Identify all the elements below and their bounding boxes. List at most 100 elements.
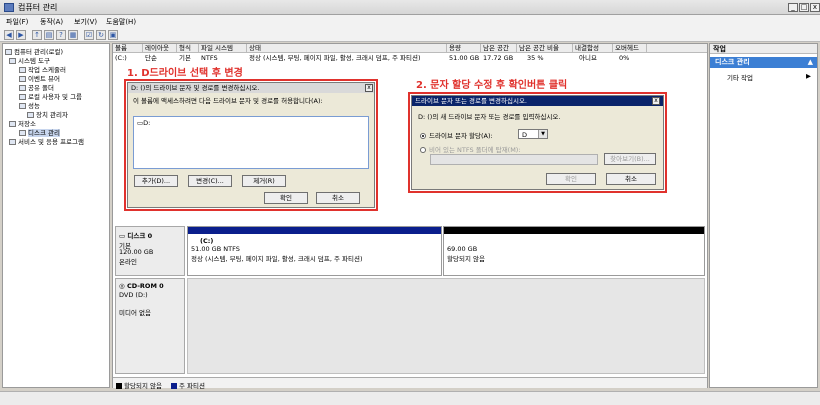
cell-fault-tolerance: 아니요	[579, 54, 597, 62]
col-volume[interactable]: 볼륨	[113, 44, 143, 53]
computer-management-icon	[4, 3, 14, 12]
col-layout[interactable]: 레이아웃	[143, 44, 177, 53]
close-button[interactable]: x	[810, 3, 820, 12]
drive-path-list[interactable]: ▭D:	[133, 116, 369, 169]
col-percent-free[interactable]: 남은 공간 비율	[517, 44, 573, 53]
radio-unselected-icon	[420, 147, 426, 153]
refresh-icon[interactable]: ▣	[108, 30, 118, 40]
col-free-space[interactable]: 남은 공간	[481, 44, 517, 53]
annotation-step2: 2. 문자 할당 수정 후 확인버튼 클릭	[416, 80, 568, 91]
table-row[interactable]: (C:) 단순 기본 NTFS 정상 (시스템, 부팅, 페이지 파일, 활성,…	[113, 54, 707, 63]
cell-volume: (C:)	[115, 54, 127, 62]
partition-c-name: (C:)	[200, 237, 214, 245]
edit-drive-letter-dialog: 드라이브 문자 또는 경로를 변경하십시오. x D: ()의 새 드라이브 문…	[411, 95, 664, 190]
assign-letter-option[interactable]: 드라이브 문자 할당(A):	[420, 130, 493, 140]
up-folder-icon[interactable]: ↑	[32, 30, 42, 40]
cell-type: 기본	[179, 54, 191, 62]
disk0-status: 온라인	[119, 258, 137, 266]
console-icon[interactable]: ▦	[68, 30, 78, 40]
col-status[interactable]: 상태	[247, 44, 447, 53]
partition-c[interactable]: (C:) 51.00 GB NTFS 정상 (시스템, 부팅, 페이지 파일, …	[187, 226, 442, 276]
cell-overhead: 0%	[619, 54, 630, 62]
legend-swatch	[171, 383, 177, 389]
list-item[interactable]: ▭D:	[137, 119, 150, 127]
menu-view[interactable]: 보기(V)	[74, 17, 97, 27]
remove-button[interactable]: 제거(R)	[242, 175, 286, 187]
navigation-tree: 컴퓨터 관리(로컬) 시스템 도구 작업 스케줄러 이벤트 뷰어 공유 폴더 로…	[2, 43, 110, 388]
cdrom-type: DVD (D:)	[119, 291, 148, 299]
col-filesystem[interactable]: 파일 시스템	[199, 44, 247, 53]
help-icon[interactable]: ?	[56, 30, 66, 40]
chevron-down-icon[interactable]: ▼	[538, 130, 547, 138]
menu-help[interactable]: 도움말(H)	[106, 17, 136, 27]
browse-button[interactable]: 찾아보기(B)...	[604, 153, 656, 165]
back-arrow-icon[interactable]: ◀	[4, 30, 14, 40]
cancel-button[interactable]: 취소	[606, 173, 656, 185]
cdrom-name: CD-ROM 0	[126, 282, 164, 290]
dialog1-description: 이 볼륨에 액세스하려면 다음 드라이브 문자 및 경로를 허용합니다(A):	[133, 97, 323, 105]
tools-icon	[9, 58, 16, 64]
col-type[interactable]: 형식	[177, 44, 199, 53]
services-icon	[9, 139, 16, 145]
actions-header: 작업	[710, 44, 817, 54]
chevron-right-icon[interactable]: ▶	[806, 72, 811, 80]
tree-item-services-applications[interactable]: 서비스 및 응용 프로그램	[9, 136, 84, 146]
col-fault-tolerance[interactable]: 내결함성	[573, 44, 613, 53]
unallocated-status: 할당되지 않음	[447, 255, 485, 263]
menu-file[interactable]: 파일(F)	[6, 17, 28, 27]
ok-button[interactable]: 확인	[264, 192, 308, 204]
disk0-name: 디스크 0	[127, 232, 153, 240]
unallocated-size: 69.00 GB	[447, 245, 478, 253]
col-capacity[interactable]: 용량	[447, 44, 481, 53]
status-bar	[0, 391, 820, 405]
legend-swatch	[116, 383, 122, 389]
show-tree-icon[interactable]: ▤	[44, 30, 54, 40]
mount-folder-option[interactable]: 비어 있는 NTFS 폴더에 탑재(M):	[420, 144, 521, 154]
unallocated-bar	[444, 227, 704, 234]
performance-icon	[19, 103, 26, 109]
cell-layout: 단순	[145, 54, 157, 62]
cdrom-empty-area	[187, 278, 705, 374]
ok-button[interactable]: 확인	[546, 173, 596, 185]
collapse-icon: ▲	[807, 58, 813, 66]
partition-c-bar	[188, 227, 441, 234]
storage-icon	[9, 121, 16, 127]
minimize-button[interactable]: _	[788, 3, 798, 12]
toolbar: ◀ ▶ ↑ ▤ ? ▦ ☑ ↻ ▣	[0, 28, 820, 42]
col-overhead[interactable]: 오버헤드	[613, 44, 647, 53]
drive-letter-select[interactable]: D ▼	[518, 129, 548, 139]
partition-c-status: 정상 (시스템, 부팅, 페이지 파일, 활성, 크래시 덤프, 주 파티션)	[191, 255, 363, 263]
cancel-button[interactable]: 취소	[316, 192, 360, 204]
dialog1-title: D: ()의 드라이브 문자 및 경로를 변경하십시오.	[128, 83, 374, 93]
actions-more[interactable]: 기타 작업	[727, 72, 753, 82]
cdrom-status: 미디어 없음	[119, 309, 151, 317]
actions-pane	[709, 43, 818, 388]
dialog2-close-icon[interactable]: x	[652, 97, 660, 105]
change-button[interactable]: 변경(C)...	[188, 175, 232, 187]
cell-capacity: 51.00 GB	[449, 54, 480, 62]
legend-unallocated: 할당되지 않음	[116, 380, 162, 390]
properties-icon[interactable]: ☑	[84, 30, 94, 40]
cdrom-label[interactable]: ◎ CD-ROM 0 DVD (D:) 미디어 없음	[115, 278, 185, 374]
menu-bar: 파일(F) 동작(A) 보기(V) 도움말(H)	[0, 15, 820, 28]
cell-filesystem: NTFS	[201, 54, 218, 62]
unallocated-space[interactable]: 69.00 GB 할당되지 않음	[443, 226, 705, 276]
actions-disk-management[interactable]: 디스크 관리 ▲	[710, 57, 817, 68]
rescan-icon[interactable]: ↻	[96, 30, 106, 40]
dialog1-close-icon[interactable]: x	[365, 84, 373, 92]
partition-c-size: 51.00 GB NTFS	[191, 245, 240, 253]
menu-action[interactable]: 동작(A)	[40, 17, 63, 27]
volume-list-header: 볼륨 레이아웃 형식 파일 시스템 상태 용량 남은 공간 남은 공간 비율 내…	[113, 44, 707, 53]
add-button[interactable]: 추가(D)...	[134, 175, 178, 187]
radio-selected-icon	[420, 133, 426, 139]
disk0-size: 120.00 GB	[119, 248, 154, 256]
disk-map: ▭ 디스크 0 기본 120.00 GB 온라인 (C:) 51.00 GB N…	[113, 224, 707, 376]
dialog2-title: 드라이브 문자 또는 경로를 변경하십시오.	[412, 96, 663, 106]
window-title: 컴퓨터 관리	[18, 3, 58, 12]
disk0-label[interactable]: ▭ 디스크 0 기본 120.00 GB 온라인	[115, 226, 185, 276]
mount-path-field[interactable]	[430, 154, 598, 165]
maximize-button[interactable]: □	[799, 3, 809, 12]
forward-arrow-icon[interactable]: ▶	[16, 30, 26, 40]
cell-percent-free: 35 %	[527, 54, 544, 62]
dialog2-description: D: ()의 새 드라이브 문자 또는 경로를 입력하십시오.	[418, 113, 561, 121]
